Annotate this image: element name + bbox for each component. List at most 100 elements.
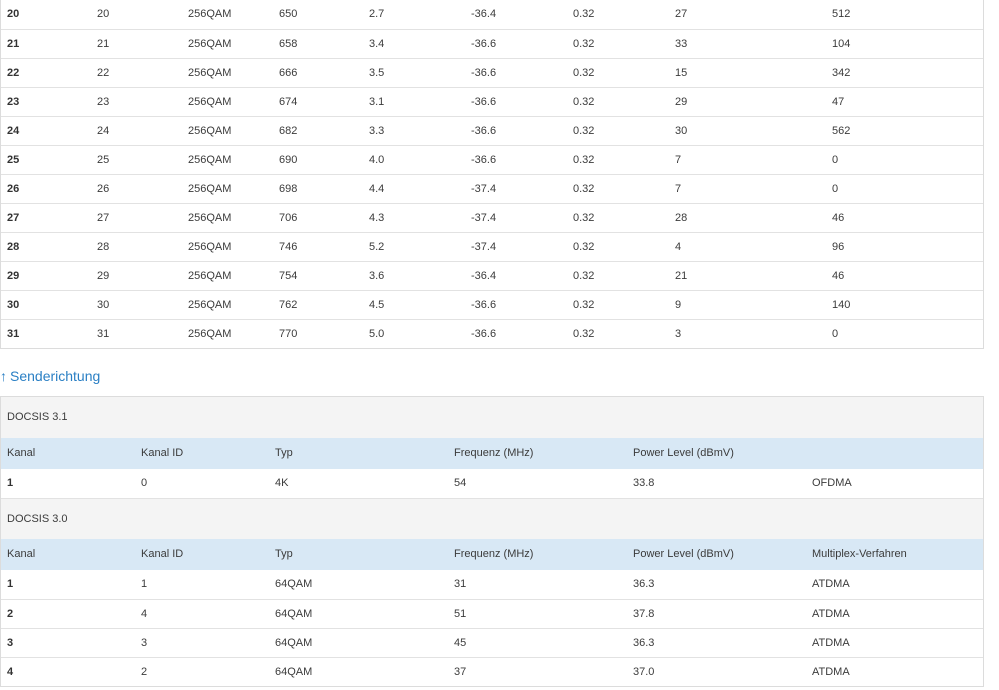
table-cell: 54: [454, 477, 467, 489]
table-cell: 4: [675, 241, 682, 253]
table-row: 2 4 64QAM 51 37.8 ATDMA: [1, 599, 983, 628]
table-cell: -36.4: [471, 8, 497, 20]
table-cell: 20: [97, 8, 110, 20]
channel-number: 3: [7, 637, 14, 649]
table-cell: 0.32: [573, 183, 595, 195]
table-cell: 0.32: [573, 299, 595, 311]
table-cell: OFDMA: [812, 477, 852, 489]
table-cell: 36.3: [633, 637, 655, 649]
table-cell: 140: [832, 299, 851, 311]
table-cell: 256QAM: [188, 8, 232, 20]
table-cell: 21: [675, 270, 688, 282]
table-row: 31 31 256QAM 770 5.0 -36.6 0.32 3 0: [1, 319, 983, 348]
table-cell: 30: [97, 299, 110, 311]
table-cell: 0.32: [573, 125, 595, 137]
table-cell: 0.32: [573, 154, 595, 166]
table-cell: -36.6: [471, 67, 497, 79]
table-cell: 9: [675, 299, 682, 311]
channel-number: 29: [7, 270, 20, 282]
table-cell: 36.3: [633, 578, 655, 590]
table-cell: -36.6: [471, 299, 497, 311]
table-cell: 0.32: [573, 8, 595, 20]
table-cell: 674: [279, 96, 298, 108]
table-cell: 31: [454, 578, 467, 590]
table-cell: 28: [97, 241, 110, 253]
table-cell: -36.6: [471, 154, 497, 166]
table-cell: 104: [832, 38, 851, 50]
table-cell: 29: [97, 270, 110, 282]
table-row: 1 0 4K 54 33.8 OFDMA: [1, 469, 983, 498]
table-cell: 23: [97, 96, 110, 108]
table-cell: 256QAM: [188, 212, 232, 224]
table-cell: -36.6: [471, 328, 497, 340]
table-cell: 2.7: [369, 8, 385, 20]
table-cell: 0: [832, 183, 839, 195]
table-cell: 666: [279, 67, 298, 79]
table-cell: 706: [279, 212, 298, 224]
table-cell: 0: [832, 154, 839, 166]
table-cell: 0: [141, 477, 148, 489]
table-cell: 4K: [275, 477, 289, 489]
table-cell: -36.6: [471, 125, 497, 137]
table-cell: 256QAM: [188, 38, 232, 50]
channel-number: 26: [7, 183, 20, 195]
table-cell: 256QAM: [188, 299, 232, 311]
table-cell: 47: [832, 96, 845, 108]
table-cell: 256QAM: [188, 270, 232, 282]
table-cell: 4.3: [369, 212, 385, 224]
table-cell: 4: [141, 608, 148, 620]
table-cell: 682: [279, 125, 298, 137]
table-cell: 0.32: [573, 38, 595, 50]
table-cell: 256QAM: [188, 328, 232, 340]
table-cell: 0.32: [573, 96, 595, 108]
table-cell: 28: [675, 212, 688, 224]
table-cell: 4.4: [369, 183, 385, 195]
table-cell: -37.4: [471, 212, 497, 224]
table-cell: 5.0: [369, 328, 385, 340]
table-cell: 762: [279, 299, 298, 311]
table-cell: 562: [832, 125, 851, 137]
table-row: 22 22 256QAM 666 3.5 -36.6 0.32 15 342: [1, 58, 983, 87]
table-cell: 0.32: [573, 67, 595, 79]
group-header-docsis30: DOCSIS 3.0: [1, 498, 983, 539]
table-cell: 15: [675, 67, 688, 79]
channel-number: 24: [7, 125, 20, 137]
table-cell: 256QAM: [188, 67, 232, 79]
table-cell: 37.0: [633, 666, 655, 678]
table-cell: 754: [279, 270, 298, 282]
channel-number: 31: [7, 328, 20, 340]
table-cell: 3.5: [369, 67, 385, 79]
channel-number: 23: [7, 96, 20, 108]
table-cell: 690: [279, 154, 298, 166]
table-cell: -36.4: [471, 270, 497, 282]
upstream-section-link[interactable]: ↑ Senderichtung: [0, 366, 100, 386]
channel-number: 28: [7, 241, 20, 253]
table-cell: 650: [279, 8, 298, 20]
channel-number: 20: [7, 8, 20, 20]
table-cell: 33: [675, 38, 688, 50]
table-row: 26 26 256QAM 698 4.4 -37.4 0.32 7 0: [1, 174, 983, 203]
table-row: 30 30 256QAM 762 4.5 -36.6 0.32 9 140: [1, 290, 983, 319]
group-label: DOCSIS 3.0: [7, 513, 68, 525]
table-cell: 698: [279, 183, 298, 195]
column-header-row: Kanal Kanal ID Typ Frequenz (MHz) Power Leve…: [1, 438, 983, 469]
table-row: 23 23 256QAM 674 3.1 -36.6 0.32 29 47: [1, 87, 983, 116]
column-header: Frequenz (MHz): [454, 447, 534, 459]
column-header: Kanal: [7, 447, 36, 459]
table-cell: 29: [675, 96, 688, 108]
table-cell: 256QAM: [188, 183, 232, 195]
table-cell: 7: [675, 154, 682, 166]
table-cell: 5.2: [369, 241, 385, 253]
table-cell: 3.1: [369, 96, 385, 108]
table-cell: 770: [279, 328, 298, 340]
table-cell: ATDMA: [812, 666, 850, 678]
table-cell: 0.32: [573, 241, 595, 253]
channel-number: 30: [7, 299, 20, 311]
table-cell: 27: [675, 8, 688, 20]
table-row: 24 24 256QAM 682 3.3 -36.6 0.32 30 562: [1, 116, 983, 145]
table-cell: ATDMA: [812, 637, 850, 649]
table-row: 1 1 64QAM 31 36.3 ATDMA: [1, 570, 983, 599]
table-cell: 0.32: [573, 270, 595, 282]
table-cell: 4.0: [369, 154, 385, 166]
table-cell: 3.6: [369, 270, 385, 282]
